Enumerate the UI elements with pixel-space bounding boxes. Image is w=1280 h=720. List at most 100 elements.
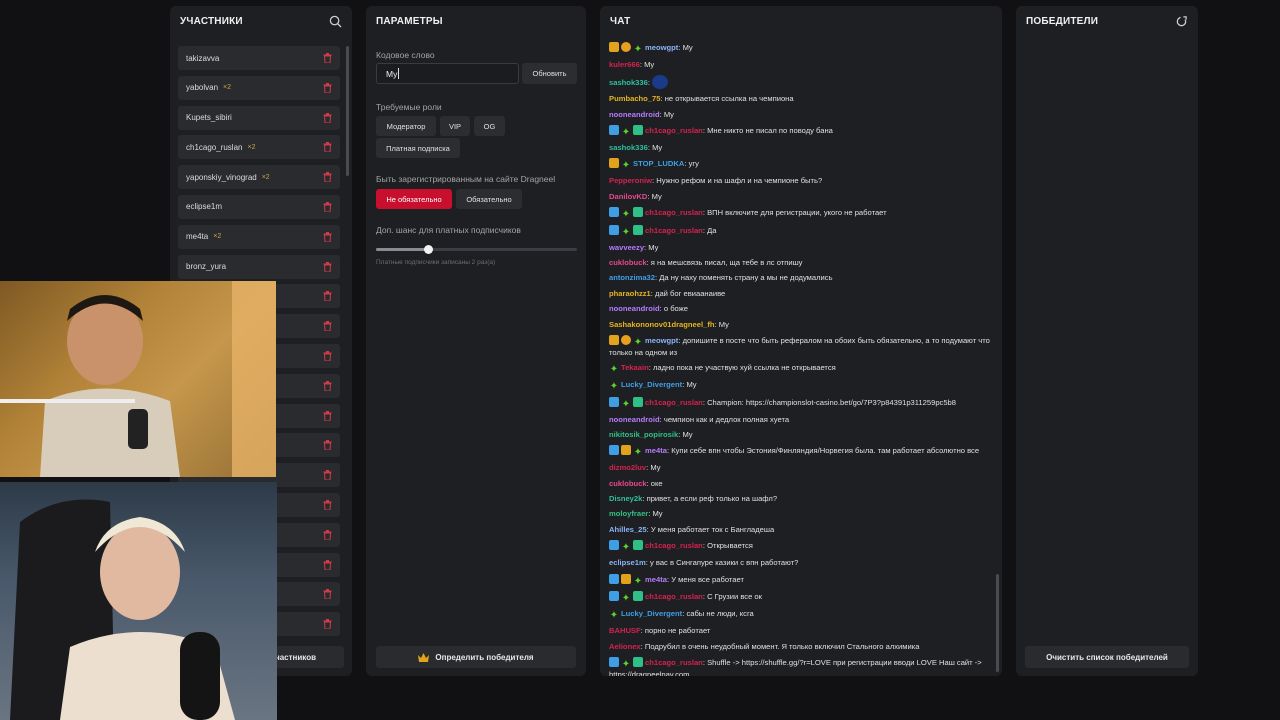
chat-text: My: [652, 509, 663, 519]
chat-username[interactable]: sashok336: [609, 143, 648, 152]
search-icon[interactable]: [329, 15, 342, 28]
chat-username[interactable]: wavveezy: [609, 243, 644, 252]
trash-icon[interactable]: [323, 529, 332, 540]
chat-username[interactable]: meowgpt: [645, 43, 678, 52]
chat-username[interactable]: moloyfraer: [609, 509, 648, 518]
trash-icon[interactable]: [323, 291, 332, 302]
star-badge-icon: ✦: [609, 363, 619, 375]
chat-username[interactable]: nooneandroid: [609, 110, 660, 119]
pick-winner-button[interactable]: Определить победителя: [376, 646, 576, 668]
chat-username[interactable]: STOP_LUDKA: [633, 159, 684, 168]
chat-username[interactable]: cuklobuck: [609, 258, 647, 267]
star-badge-icon: ✦: [633, 44, 643, 55]
chat-username[interactable]: me4ta: [645, 575, 667, 584]
trash-icon[interactable]: [323, 261, 332, 272]
chat-username[interactable]: Sashakononov01dragneel_fh: [609, 320, 715, 329]
not-required-button[interactable]: Не обязательно: [376, 189, 452, 209]
trash-icon[interactable]: [323, 142, 332, 153]
star-badge-icon: ✦: [621, 160, 631, 172]
chat-text: оке: [650, 478, 663, 488]
participant-row[interactable]: eclipse1m: [178, 194, 340, 219]
registered-label: Быть зарегистрированным на сайте Dragnee…: [376, 174, 556, 184]
trash-icon[interactable]: [323, 172, 332, 183]
participant-name: ch1cago_ruslan: [186, 142, 243, 152]
trash-icon[interactable]: [323, 231, 332, 242]
trash-icon[interactable]: [323, 589, 332, 600]
chat-username[interactable]: kuler666: [609, 60, 640, 69]
chat-username[interactable]: Pepperoniw: [609, 176, 652, 185]
green-badge-icon: [633, 396, 643, 407]
sword-badge-icon: [609, 656, 619, 667]
chat-username[interactable]: nooneandroid: [609, 304, 660, 313]
chat-scrollbar[interactable]: [996, 574, 999, 672]
participant-row[interactable]: Kupets_sibiri: [178, 105, 340, 130]
trash-icon[interactable]: [323, 499, 332, 510]
trash-icon[interactable]: [323, 470, 332, 481]
participant-row[interactable]: yaponskiy_vinograd ×2: [178, 165, 340, 190]
role-og-button[interactable]: OG: [474, 116, 505, 136]
trash-icon[interactable]: [323, 53, 332, 63]
trash-icon[interactable]: [323, 201, 332, 212]
chat-username[interactable]: ch1cago_ruslan: [645, 592, 703, 601]
chat-username[interactable]: Lucky_Divergent: [621, 380, 682, 389]
chat-username[interactable]: nooneandroid: [609, 415, 660, 424]
star-badge-icon: ✦: [621, 208, 631, 220]
clear-winners-button[interactable]: Очистить список победителей: [1025, 646, 1189, 668]
trash-icon[interactable]: [323, 350, 332, 361]
chat-username[interactable]: me4ta: [645, 446, 667, 455]
trash-icon[interactable]: [323, 321, 332, 332]
trash-icon[interactable]: [323, 82, 332, 93]
chat-username[interactable]: Aelionex: [609, 642, 641, 651]
trash-icon[interactable]: [323, 380, 332, 391]
role-vip-button[interactable]: VIP: [440, 116, 470, 136]
chat-username[interactable]: ch1cago_ruslan: [645, 208, 703, 217]
chat-username[interactable]: ch1cago_ruslan: [645, 226, 703, 235]
chat-username[interactable]: ch1cago_ruslan: [645, 398, 703, 407]
trash-icon[interactable]: [323, 112, 332, 123]
trash-icon[interactable]: [323, 410, 332, 421]
chat-username[interactable]: eclipse1m: [609, 558, 646, 567]
sword-badge-icon: [609, 124, 619, 135]
chat-username[interactable]: sashok336: [609, 78, 648, 87]
chat-username[interactable]: Disney2k: [609, 494, 642, 503]
chat-username[interactable]: cuklobuck: [609, 479, 647, 488]
chat-username[interactable]: meowgpt: [645, 336, 678, 345]
trash-icon[interactable]: [323, 440, 332, 451]
trash-icon[interactable]: [323, 559, 332, 570]
chat-username[interactable]: Ahilles_25: [609, 525, 647, 534]
bonus-slider[interactable]: [376, 245, 577, 254]
participant-row[interactable]: ch1cago_ruslan ×2: [178, 135, 340, 160]
role-paid-sub-button[interactable]: Платная подписка: [376, 138, 460, 158]
chat-username[interactable]: dizmo2luv: [609, 463, 646, 472]
chat-text: My: [648, 242, 659, 252]
required-button[interactable]: Обязательно: [456, 189, 522, 209]
chat-username[interactable]: BAHUSF: [609, 626, 641, 635]
sword-badge-icon: [609, 206, 619, 217]
participant-entry-count: ×2: [213, 233, 222, 241]
keyword-input[interactable]: My: [376, 63, 519, 84]
chat-message: dizmo2luv: My: [609, 463, 661, 473]
chat-username[interactable]: Pumbacho_75: [609, 94, 661, 103]
chat-username[interactable]: nikitosik_popirosik: [609, 430, 678, 439]
participant-row[interactable]: bronz_yura: [178, 254, 340, 279]
participant-row[interactable]: me4ta ×2: [178, 224, 340, 249]
chat-text: Купи себе впн чтобы Эстония/Финляндия/Но…: [671, 446, 980, 456]
chat-username[interactable]: ch1cago_ruslan: [645, 541, 703, 550]
bonus-slider-thumb[interactable]: [423, 245, 433, 254]
chat-username[interactable]: antonzima32: [609, 273, 655, 282]
refresh-icon[interactable]: [1175, 15, 1188, 28]
trash-icon[interactable]: [323, 619, 332, 630]
chat-username[interactable]: Lucky_Divergent: [621, 609, 682, 618]
role-moderator-button[interactable]: Модератор: [376, 116, 436, 136]
update-button[interactable]: Обновить: [522, 63, 577, 84]
participant-row[interactable]: takizavva: [178, 46, 340, 70]
chat-username[interactable]: pharaohzz1: [609, 289, 651, 298]
chat-username[interactable]: Tekaain: [621, 363, 649, 372]
participants-scrollbar[interactable]: [346, 46, 349, 176]
chat-message: ✦ ch1cago_ruslan: Champion: https://champ…: [609, 396, 990, 410]
participant-name: me4ta: [186, 232, 209, 242]
chat-username[interactable]: DanilovKD: [609, 192, 647, 201]
chat-username[interactable]: ch1cago_ruslan: [645, 658, 703, 667]
chat-username[interactable]: ch1cago_ruslan: [645, 126, 703, 135]
participant-row[interactable]: yabolvan ×2: [178, 75, 340, 100]
